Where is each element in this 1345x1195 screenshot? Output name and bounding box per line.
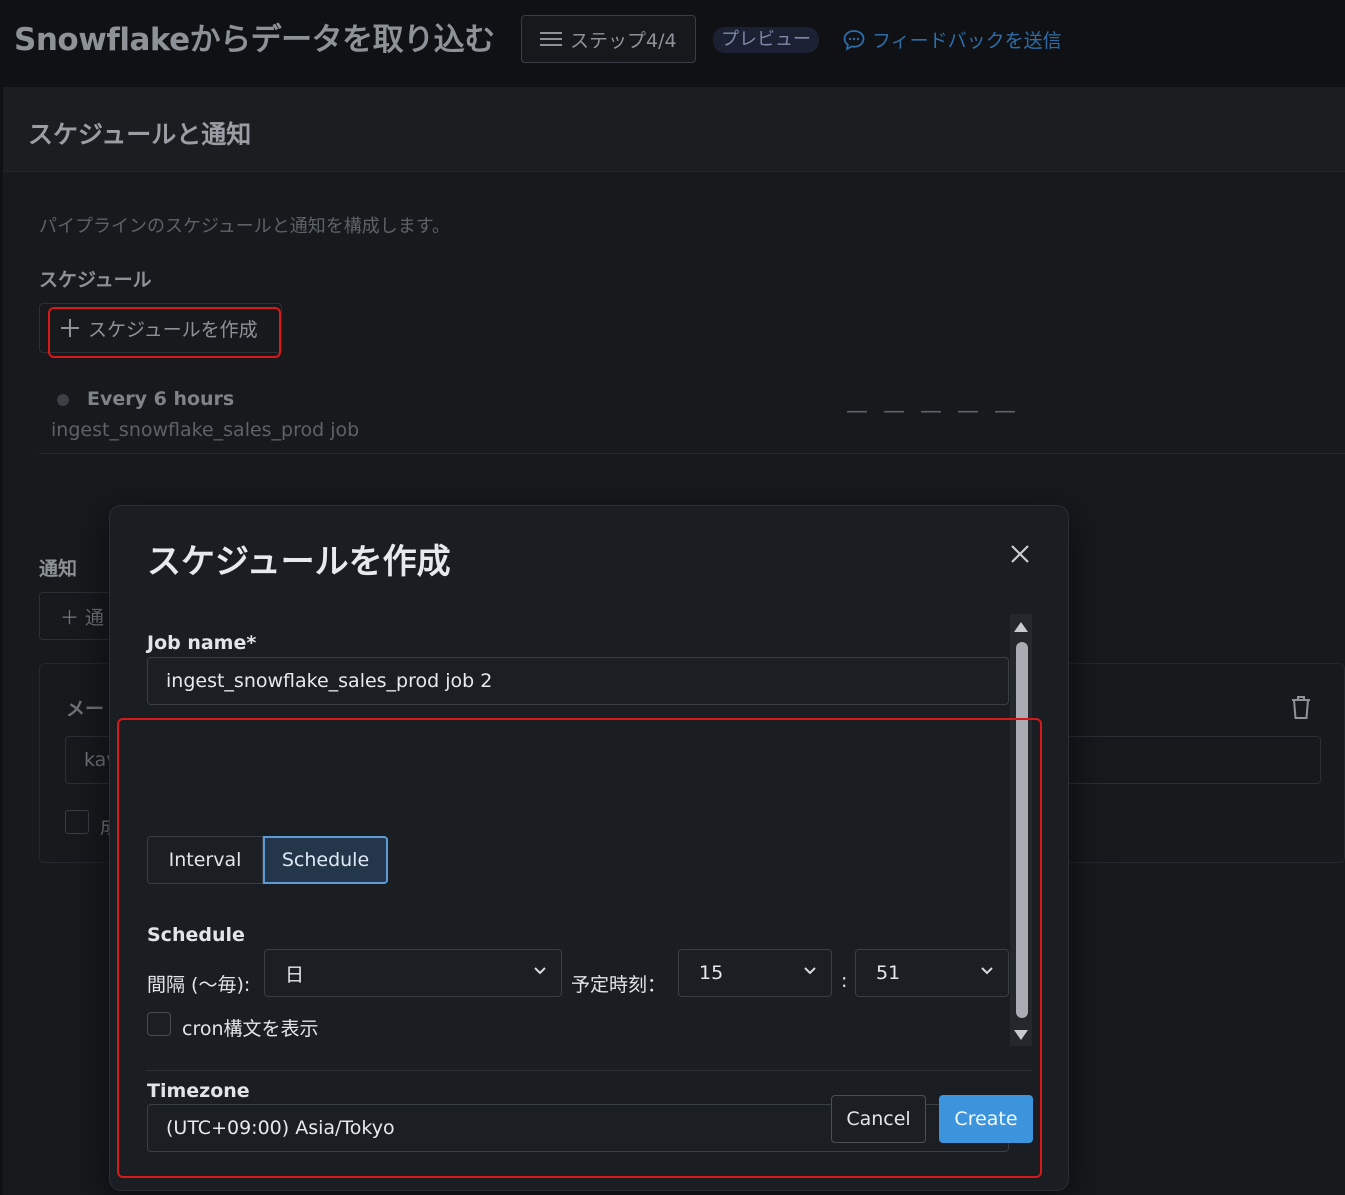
plus-icon: ＋: [60, 607, 86, 629]
divider: [39, 453, 1345, 454]
panel-description: パイプラインのスケジュールと通知を構成します。: [39, 216, 450, 237]
highlight-box-create-schedule: [48, 307, 281, 358]
list-icon: [540, 31, 562, 47]
modal-title: スケジュールを作成: [147, 542, 451, 582]
highlight-box-schedule-settings: [117, 718, 1042, 1178]
step-indicator-button[interactable]: ステップ4/4: [521, 15, 696, 63]
email-card-title: メー: [66, 698, 105, 720]
chat-bubble-icon: [843, 29, 865, 51]
feedback-link[interactable]: フィードバックを送信: [842, 26, 1062, 53]
scroll-up-arrow-icon[interactable]: [1014, 622, 1028, 632]
create-schedule-modal: スケジュールを作成 Job name* ingest_snowflake_sal…: [109, 505, 1069, 1191]
trash-icon[interactable]: [1286, 692, 1316, 722]
feedback-label: フィードバックを送信: [872, 30, 1062, 52]
step-label: ステップ4/4: [570, 29, 677, 52]
schedule-placeholder: — — — — —: [846, 399, 1020, 424]
close-icon[interactable]: [1005, 539, 1035, 569]
schedule-frequency: Every 6 hours: [87, 388, 235, 410]
job-name-input[interactable]: ingest_snowflake_sales_prod job 2: [147, 657, 1009, 705]
page-title: Snowflakeからデータを取り込む: [14, 22, 495, 58]
schedule-section-label: スケジュール: [39, 269, 152, 291]
panel-title: スケジュールと通知: [3, 87, 1345, 172]
add-notification-label: 通: [85, 607, 105, 629]
status-dot: [57, 394, 69, 406]
success-checkbox[interactable]: [65, 810, 89, 834]
notify-section-label: 通知: [39, 558, 78, 580]
job-name-label: Job name*: [147, 632, 257, 654]
preview-badge: プレビュー: [713, 27, 819, 53]
schedule-job-name: ingest_snowflake_sales_prod job: [51, 419, 360, 441]
